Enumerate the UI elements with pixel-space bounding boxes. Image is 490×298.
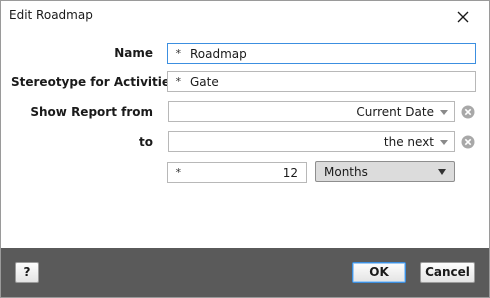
show-report-from-dropdown[interactable]: Current Date (168, 101, 455, 122)
close-button[interactable] (453, 7, 473, 27)
chevron-down-icon (440, 110, 448, 115)
name-value: Roadmap (190, 47, 247, 61)
edit-roadmap-dialog: Edit Roadmap Name * Roadmap Stereotype f… (0, 0, 490, 298)
stereotype-label: Stereotype for Activities (11, 75, 178, 89)
to-value: the next (383, 135, 434, 149)
name-label: Name (114, 46, 153, 60)
dialog-title: Edit Roadmap (9, 8, 93, 22)
unit-value: Months (324, 165, 368, 179)
unit-select[interactable]: Months (315, 161, 455, 182)
amount-value: 12 (282, 166, 298, 180)
stereotype-value: Gate (190, 75, 219, 89)
clear-icon[interactable] (461, 105, 475, 119)
close-icon (457, 11, 469, 23)
cancel-button[interactable]: Cancel (420, 262, 475, 283)
stereotype-field[interactable]: * Gate (167, 71, 476, 92)
title-bar: Edit Roadmap (1, 1, 489, 32)
clear-icon[interactable] (461, 135, 475, 149)
chevron-down-icon (440, 140, 448, 145)
help-button[interactable]: ? (15, 262, 39, 283)
show-report-from-value: Current Date (356, 105, 434, 119)
required-marker: * (175, 47, 182, 60)
amount-field[interactable]: * 12 (167, 162, 307, 183)
name-field[interactable]: * Roadmap (167, 43, 476, 64)
required-marker: * (175, 75, 182, 88)
chevron-down-icon (438, 169, 446, 175)
required-marker: * (175, 166, 182, 179)
to-label: to (139, 135, 153, 149)
ok-button[interactable]: OK (352, 262, 406, 283)
show-report-from-label: Show Report from (30, 105, 153, 119)
dialog-footer: ? OK Cancel (1, 248, 489, 297)
to-dropdown[interactable]: the next (168, 131, 455, 152)
